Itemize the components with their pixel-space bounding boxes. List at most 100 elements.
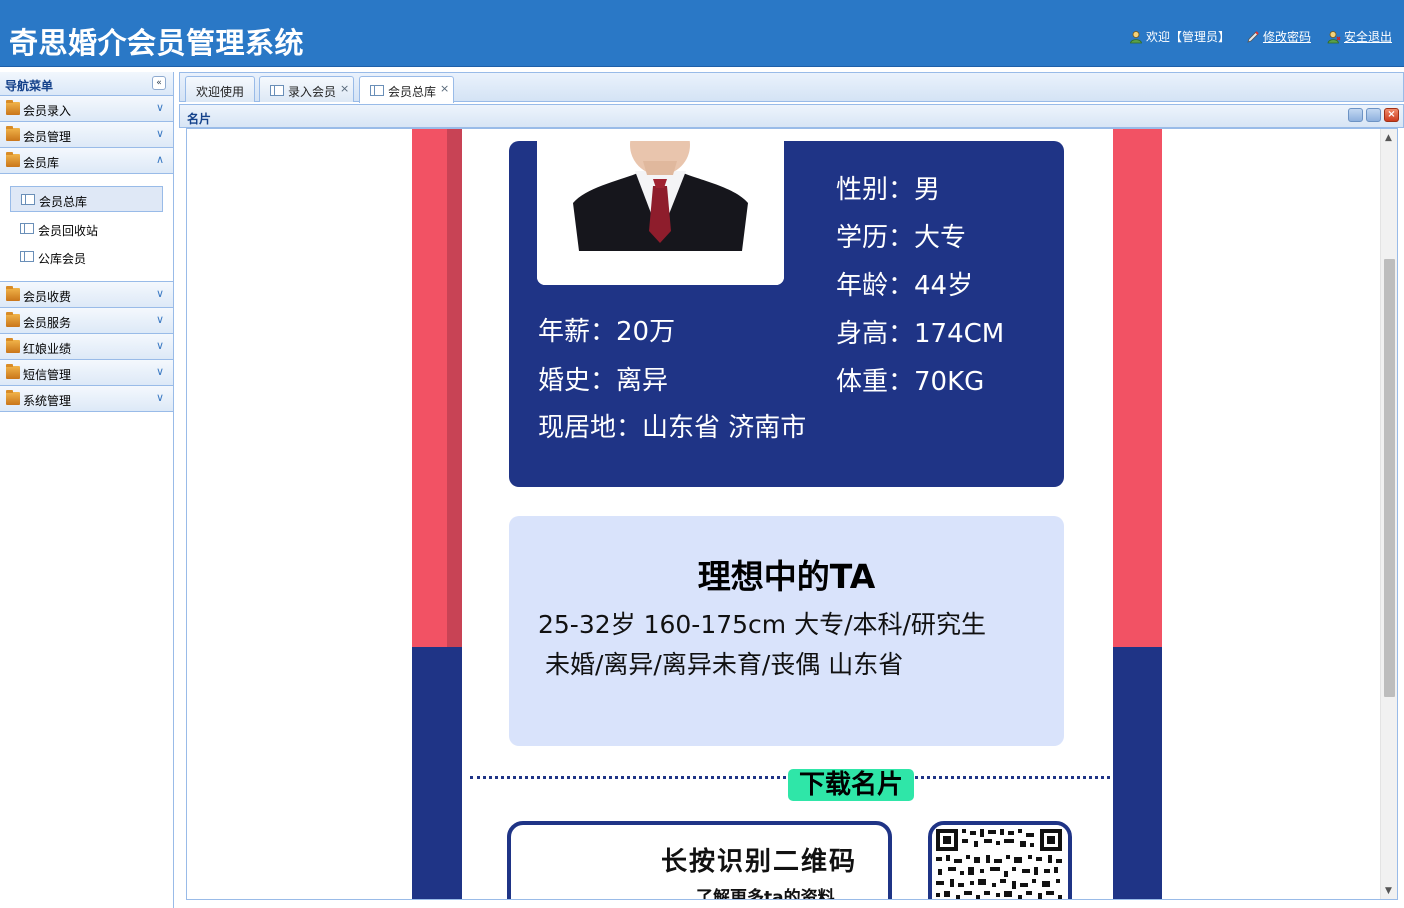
- menu-sms-management[interactable]: 短信管理 ∨: [0, 360, 173, 386]
- submenu-label: 会员回收站: [38, 224, 99, 238]
- menu-label: 红娘业绩: [23, 342, 72, 356]
- menu-matchmaker-performance[interactable]: 红娘业绩 ∨: [0, 334, 173, 360]
- menu-label: 会员收费: [23, 290, 72, 304]
- menu-label: 会员服务: [23, 316, 72, 330]
- close-icon[interactable]: ×: [440, 82, 449, 95]
- folder-icon: [6, 312, 20, 327]
- chevron-down-icon: ∨: [155, 127, 164, 140]
- download-card-button[interactable]: 下载名片: [788, 769, 914, 801]
- folder-icon: [6, 126, 20, 141]
- chevron-down-icon: ∨: [155, 101, 164, 114]
- right-stripe-red: [1113, 129, 1162, 647]
- menu-label: 短信管理: [23, 368, 72, 382]
- member-photo: [537, 141, 784, 285]
- window-icon: [20, 223, 34, 234]
- chevron-down-icon: ∨: [155, 287, 164, 300]
- ideal-partner-card: 理想中的TA 25-32岁 160-175cm 大专/本科/研究生 未婚/离异/…: [509, 516, 1064, 746]
- window-icon: [21, 194, 35, 205]
- collapse-sidebar-icon[interactable]: «: [152, 76, 166, 90]
- tab-add-member[interactable]: 录入会员 ×: [259, 76, 354, 102]
- salary-field: 年薪：20万: [538, 317, 676, 347]
- ideal-partner-line-2: 未婚/离异/离异未育/丧偶 山东省: [545, 650, 904, 679]
- user-icon: [1129, 30, 1143, 44]
- header-links: 欢迎【管理员】 修改密码 安全退出: [1129, 28, 1392, 45]
- submenu-public-members[interactable]: 公库会员: [10, 244, 163, 270]
- chevron-up-icon: ∧: [155, 153, 164, 166]
- menu-member-library[interactable]: 会员库 ∧: [0, 148, 173, 174]
- marriage-field: 婚史：离异: [538, 366, 669, 396]
- gender-field: 性别：男: [836, 175, 941, 205]
- window-icon: [20, 251, 34, 262]
- right-stripe-navy: [1113, 647, 1162, 899]
- weight-field: 体重：70KG: [836, 367, 985, 397]
- menu-label: 系统管理: [23, 394, 72, 408]
- sidebar-title: 导航菜单: [5, 79, 54, 93]
- chevron-down-icon: ∨: [155, 391, 164, 404]
- menu-member-fees[interactable]: 会员收费 ∨: [0, 282, 173, 308]
- submenu-all-members[interactable]: 会员总库: [10, 186, 163, 212]
- qr-code: [928, 821, 1072, 899]
- tab-bar: 欢迎使用 录入会员 × 会员总库 ×: [179, 72, 1404, 103]
- qr-subtitle: 了解更多ta的资料: [696, 888, 835, 900]
- age-field: 年龄：44岁: [836, 271, 974, 301]
- folder-icon: [6, 364, 20, 379]
- submenu-label: 公库会员: [38, 252, 87, 266]
- scroll-up-icon[interactable]: ▲: [1385, 133, 1392, 143]
- vertical-scrollbar[interactable]: ▲ ▼: [1380, 129, 1397, 899]
- nav-sidebar: 导航菜单 « 会员录入 ∨ 会员管理 ∨ 会员库 ∧ 会员总库 会员回收站 公库…: [0, 72, 174, 908]
- change-password-link[interactable]: 修改密码: [1246, 28, 1311, 45]
- close-panel-icon[interactable]: ×: [1384, 108, 1399, 122]
- app-title: 奇思婚介会员管理系统: [9, 26, 305, 60]
- left-stripe-dark-red: [447, 129, 462, 647]
- folder-icon: [6, 390, 20, 405]
- card-viewport: 性别：男 学历：大专 年龄：44岁 年薪：20万 身高：174CM 婚史：离异 …: [186, 128, 1398, 900]
- tab-all-members[interactable]: 会员总库 ×: [359, 76, 454, 103]
- left-stripe-navy: [412, 647, 462, 899]
- logout-label: 安全退出: [1343, 30, 1392, 44]
- submenu-recycle-bin[interactable]: 会员回收站: [10, 216, 163, 242]
- folder-icon: [6, 338, 20, 353]
- close-icon[interactable]: ×: [340, 82, 349, 95]
- window-icon: [370, 85, 384, 96]
- menu-member-service[interactable]: 会员服务 ∨: [0, 308, 173, 334]
- menu-member-management[interactable]: 会员管理 ∨: [0, 122, 173, 148]
- menu-label: 会员库: [23, 156, 60, 170]
- welcome-user: 欢迎【管理员】: [1129, 28, 1230, 45]
- menu-system-management[interactable]: 系统管理 ∨: [0, 386, 173, 412]
- pencil-icon: [1246, 30, 1260, 44]
- menu-label: 会员录入: [23, 104, 72, 118]
- restore-icon[interactable]: [1366, 108, 1381, 122]
- qr-title: 长按识别二维码: [661, 847, 858, 877]
- welcome-text: 欢迎【管理员】: [1145, 30, 1230, 44]
- logout-link[interactable]: 安全退出: [1327, 28, 1392, 45]
- sidebar-header: 导航菜单 «: [0, 72, 173, 96]
- member-library-submenu: 会员总库 会员回收站 公库会员: [0, 174, 173, 282]
- main-region: 欢迎使用 录入会员 × 会员总库 × 名片 × 性别：男 学历：大专 年龄：44…: [179, 72, 1404, 908]
- submenu-label: 会员总库: [39, 195, 88, 209]
- app-header: 奇思婚介会员管理系统 欢迎【管理员】 修改密码 安全退出: [0, 0, 1404, 67]
- scrollbar-thumb[interactable]: [1384, 259, 1395, 697]
- folder-icon: [6, 286, 20, 301]
- education-field: 学历：大专: [836, 223, 967, 253]
- chevron-down-icon: ∨: [155, 339, 164, 352]
- scroll-down-icon[interactable]: ▼: [1385, 886, 1392, 896]
- tab-welcome[interactable]: 欢迎使用: [185, 76, 255, 102]
- ideal-partner-title: 理想中的TA: [697, 557, 876, 596]
- panel-title: 名片: [187, 112, 212, 126]
- folder-icon: [6, 152, 20, 167]
- logout-user-icon: [1327, 30, 1341, 44]
- window-icon: [270, 85, 284, 96]
- change-password-label: 修改密码: [1262, 30, 1311, 44]
- folder-icon: [6, 100, 20, 115]
- profile-card: 性别：男 学历：大专 年龄：44岁 年薪：20万 身高：174CM 婚史：离异 …: [509, 141, 1064, 487]
- residence-field: 现居地：山东省 济南市: [538, 413, 807, 443]
- tab-label: 录入会员: [288, 85, 337, 99]
- menu-member-entry[interactable]: 会员录入 ∨: [0, 96, 173, 122]
- chevron-down-icon: ∨: [155, 313, 164, 326]
- chevron-down-icon: ∨: [155, 365, 164, 378]
- panel-header: 名片 ×: [179, 104, 1404, 128]
- left-stripe-red: [412, 129, 447, 647]
- minimize-icon[interactable]: [1348, 108, 1363, 122]
- tab-label: 欢迎使用: [196, 85, 245, 99]
- tab-label: 会员总库: [388, 85, 437, 99]
